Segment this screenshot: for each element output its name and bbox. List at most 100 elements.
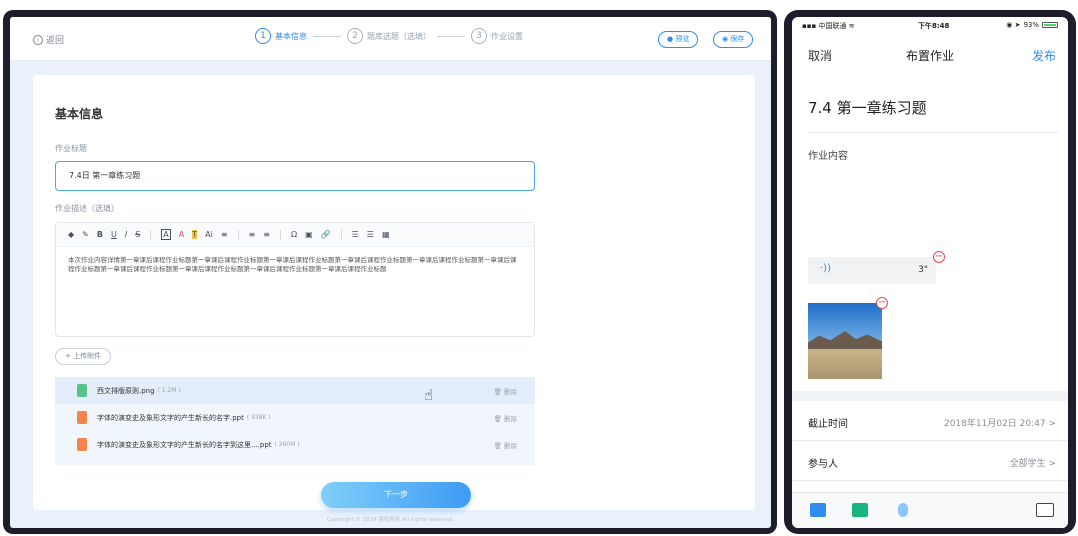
editor-content[interactable]: 本次作业内容详情第一章课后课程作业标题第一章课后课程作业标题第一章课后课程作业标… <box>56 247 534 283</box>
participants-row[interactable]: 参与人 全部学生 > <box>792 441 1068 481</box>
cancel-button[interactable]: 取消 <box>808 47 832 64</box>
nav-title: 布置作业 <box>905 49 954 63</box>
back-icon: ‹ <box>33 34 43 45</box>
participants-value: 全部学生 > <box>1009 459 1056 469</box>
align-left-button[interactable]: ≡ <box>249 230 256 239</box>
step-2[interactable]: 2 题库选题（选填） <box>347 28 431 44</box>
trash-icon: 🗑 <box>493 388 504 396</box>
step-3[interactable]: 3 作业设置 <box>471 28 523 44</box>
delete-file-button[interactable]: 🗑 删除 <box>494 386 517 396</box>
list-button[interactable]: ☰ <box>352 230 359 239</box>
delete-file-button[interactable]: 🗑 删除 <box>494 440 517 450</box>
step-3-label: 作业设置 <box>491 31 523 41</box>
delete-label: 删除 <box>504 442 517 450</box>
microphone-icon[interactable] <box>898 503 908 517</box>
delete-file-button[interactable]: 🗑 删除 <box>494 413 517 423</box>
status-time: 下午8:48 <box>918 22 950 30</box>
link-button[interactable]: 🔗 <box>321 230 331 239</box>
homework-content-label[interactable]: 作业内容 <box>808 147 848 162</box>
delete-label: 删除 <box>504 415 517 423</box>
keyboard-icon[interactable] <box>1036 503 1054 517</box>
trash-icon: 🗑 <box>493 415 504 423</box>
attachment-list: 西文排版原则.png ( 1.2M ) ☝ 🗑 删除 字体的演变史及象形文字的产… <box>55 377 535 465</box>
brush-icon[interactable]: ✎ <box>82 230 89 239</box>
homework-title[interactable]: 7.4 第一章练习题 <box>808 97 927 118</box>
align-center-button[interactable]: ≡ <box>263 230 270 239</box>
nav-bar: 布置作业 取消 发布 <box>792 47 1068 71</box>
title-field-label: 作业标题 <box>55 144 87 153</box>
phone-device: ▪▪▪ 中国联通 ≋ 下午8:48 ◉ ➤ 93% 布置作业 取消 发布 7.4… <box>784 10 1076 534</box>
back-label: 返回 <box>46 36 65 46</box>
image-icon[interactable] <box>810 503 826 517</box>
carrier-text: ▪▪▪ 中国联通 ≋ <box>802 21 855 31</box>
editor-toolbar: ◆ ✎ B U I S A A T Ai ≡ ≡ ≡ Ω ▣ 🔗 ☰ ☰ ▦ <box>56 223 534 247</box>
attached-photo[interactable] <box>808 303 882 379</box>
rich-text-editor[interactable]: ◆ ✎ B U I S A A T Ai ≡ ≡ ≡ Ω ▣ 🔗 ☰ ☰ ▦ 本… <box>55 222 535 337</box>
hand-cursor-icon: ☝ <box>424 386 434 404</box>
remove-photo-icon[interactable]: − <box>876 297 888 309</box>
battery-percent: 93% <box>1023 21 1039 29</box>
remove-audio-icon[interactable]: − <box>933 251 945 263</box>
text-box-button[interactable]: A <box>161 229 171 240</box>
location-icon: ◉ ➤ <box>1006 21 1021 29</box>
image-button[interactable]: ▣ <box>305 230 313 239</box>
strikethrough-button[interactable]: S <box>135 230 140 239</box>
toolbar-divider <box>340 229 342 240</box>
participants-label: 参与人 <box>808 459 838 470</box>
preview-button[interactable]: ● 预览 <box>658 31 699 48</box>
form-card: 基本信息 作业标题 7.4日 第一章练习题 作业描述（选填） ◆ ✎ B U I… <box>33 75 755 510</box>
wifi-icon: ≋ <box>846 22 855 30</box>
file-size: ( 260M ) <box>274 441 300 448</box>
step-2-number: 2 <box>347 28 363 44</box>
file-name: 西文排版原则.png <box>97 386 155 395</box>
save-button[interactable]: ◉ 保存 <box>713 31 754 48</box>
attachment-item[interactable]: 西文排版原则.png ( 1.2M ) ☝ 🗑 删除 <box>55 377 535 404</box>
font-color-button[interactable]: A <box>179 230 184 239</box>
italic-button[interactable]: I <box>125 230 127 239</box>
toolbar-divider <box>237 229 239 240</box>
desktop-screen: ‹ 返回 1 基本信息 2 题库选题（选填） 3 作业设置 ● 预览 ◉ 保存 … <box>10 17 771 528</box>
special-char-button[interactable]: Ω <box>291 230 297 239</box>
section-title: 基本信息 <box>55 107 104 121</box>
battery-icon <box>1042 22 1058 28</box>
save-label: 保存 <box>730 35 745 43</box>
bold-button[interactable]: B <box>97 230 103 239</box>
audio-clip[interactable]: ·)) 3" <box>808 257 936 284</box>
deadline-value: 2018年11月02日 20:47 > <box>943 419 1056 429</box>
next-step-button[interactable]: 下一步 <box>321 482 471 508</box>
file-size: ( 1.2M ) <box>157 387 181 394</box>
step-indicator: 1 基本信息 2 题库选题（选填） 3 作业设置 <box>255 28 523 44</box>
font-style-button[interactable]: ≡ <box>221 230 228 239</box>
ordered-list-button[interactable]: ☰ <box>367 230 374 239</box>
image-file-icon <box>77 384 87 397</box>
deadline-row[interactable]: 截止时间 2018年11月02日 20:47 > <box>792 401 1068 441</box>
title-input[interactable]: 7.4日 第一章练习题 <box>55 161 535 191</box>
publish-button[interactable]: 发布 <box>1032 47 1056 64</box>
trash-icon: 🗑 <box>493 442 504 450</box>
phone-screen: ▪▪▪ 中国联通 ≋ 下午8:48 ◉ ➤ 93% 布置作业 取消 发布 7.4… <box>792 17 1068 528</box>
back-button[interactable]: ‹ 返回 <box>33 33 64 46</box>
section-gap <box>792 391 1068 401</box>
status-bar: ▪▪▪ 中国联通 ≋ 下午8:48 ◉ ➤ 93% <box>792 17 1068 33</box>
table-button[interactable]: ▦ <box>382 230 390 239</box>
ppt-file-icon <box>77 438 87 451</box>
upload-attachment-button[interactable]: + 上传附件 <box>55 348 112 365</box>
step-1[interactable]: 1 基本信息 <box>255 28 307 44</box>
step-1-number: 1 <box>255 28 271 44</box>
camera-icon[interactable] <box>852 503 868 517</box>
file-size: ( 938K ) <box>246 414 271 421</box>
attachment-item[interactable]: 字体的演变史及象形文字的产生新长的名字到这里....ppt ( 260M ) 🗑… <box>55 431 535 458</box>
step-3-number: 3 <box>471 28 487 44</box>
desktop-window: ‹ 返回 1 基本信息 2 题库选题（选填） 3 作业设置 ● 预览 ◉ 保存 … <box>3 10 777 534</box>
underline-button[interactable]: U <box>111 230 117 239</box>
ppt-file-icon <box>77 411 87 424</box>
delete-label: 删除 <box>504 388 517 396</box>
attachment-item[interactable]: 字体的演变史及象形文字的产生新长的名字.ppt ( 938K ) 🗑 删除 <box>55 404 535 431</box>
font-size-button[interactable]: Ai <box>205 230 213 239</box>
eraser-icon[interactable]: ◆ <box>68 230 74 239</box>
deadline-label: 截止时间 <box>808 419 848 430</box>
step-divider <box>313 35 341 37</box>
highlight-button[interactable]: T <box>192 230 198 239</box>
top-bar: ‹ 返回 1 基本信息 2 题库选题（选填） 3 作业设置 ● 预览 ◉ 保存 <box>10 17 771 61</box>
preview-label: 预览 <box>675 35 690 43</box>
